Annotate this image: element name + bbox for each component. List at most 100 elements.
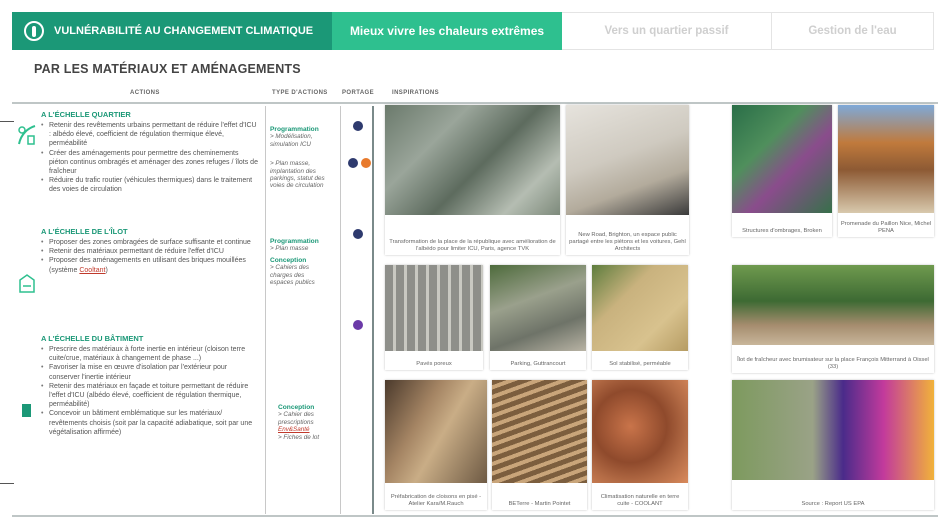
- type-line: > Fiches de lot: [278, 433, 320, 441]
- list-item: Favoriser la mise en œuvre d'isolation p…: [41, 363, 259, 381]
- list-item: Créer des aménagements pour permettre de…: [41, 149, 259, 177]
- tab-chaleurs-extremes[interactable]: Mieux vivre les chaleurs extrêmes: [332, 12, 562, 50]
- type-actions-quartier: Programmation > Modélisation, simulation…: [270, 126, 338, 190]
- inspiration-card[interactable]: New Road, Brighton, un espace public par…: [566, 105, 689, 255]
- portage-dot-purple: [353, 320, 363, 330]
- type-line: > Cahier des: [278, 411, 314, 419]
- type-line: > Modélisation,: [270, 133, 313, 141]
- list-item: Retenir des matériaux permettant de rédu…: [41, 247, 259, 256]
- type-line: simulation ICU: [270, 140, 311, 148]
- section-heading-ilot: A l'échelle de l'îlot: [41, 227, 128, 236]
- list-item: Retenir des revêtements urbains permetta…: [41, 121, 259, 149]
- type-heading: Conception: [278, 404, 315, 411]
- inspiration-card[interactable]: Promenade du Paillon Nice, Michel PENA: [838, 105, 934, 237]
- header-divider: [12, 102, 938, 104]
- tab-label: Gestion de l'eau: [808, 25, 897, 37]
- list-item: Réduire du trafic routier (véhicules the…: [41, 176, 259, 194]
- type-heading: Conception: [270, 256, 307, 264]
- neighborhood-icon: [18, 125, 36, 145]
- portage-dot-navy: [353, 229, 363, 239]
- inspiration-caption: Transformation de la place de la républi…: [389, 239, 556, 252]
- inspiration-caption: Source : Report US EPA: [801, 501, 865, 507]
- list-item-text: ): [105, 266, 108, 274]
- left-tick-top: [0, 121, 14, 122]
- inspiration-photo: [732, 265, 934, 345]
- building-icon: [22, 404, 31, 417]
- section-heading-batiment: A l'échelle du bâtiment: [41, 334, 144, 343]
- tab-vulnerabilite[interactable]: Vulnérabilité au changement climatique: [12, 12, 332, 50]
- tab-label: Vers un quartier passif: [604, 25, 729, 37]
- block-icon: [19, 274, 35, 293]
- inspiration-photo: [732, 380, 934, 480]
- actions-list-quartier: Retenir des revêtements urbains permetta…: [41, 121, 259, 195]
- column-divider-actions: [265, 106, 266, 514]
- inspiration-photo: [838, 105, 934, 213]
- inspiration-card[interactable]: Structures d'ombrages, Broken: [732, 105, 832, 237]
- tab-label: Mieux vivre les chaleurs extrêmes: [349, 24, 545, 38]
- column-divider-type: [340, 106, 341, 514]
- inspiration-caption: Pavés poreux: [416, 361, 452, 367]
- inspiration-card[interactable]: Îlot de fraîcheur avec brumisateur sur l…: [732, 265, 934, 373]
- cooltant-link[interactable]: Cooltant: [79, 267, 105, 274]
- inspiration-photo: [592, 380, 688, 483]
- theme-tabs: Vulnérabilité au changement climatique M…: [12, 12, 934, 50]
- thermometer-icon: [24, 21, 44, 41]
- inspiration-photo: [566, 105, 689, 215]
- inspiration-photo: [385, 380, 487, 483]
- list-item: Prescrire des matériaux à forte inertie …: [41, 345, 259, 363]
- type-line: parkings, statut des: [270, 175, 325, 183]
- tab-gestion-eau[interactable]: Gestion de l'eau: [772, 12, 934, 50]
- inspiration-card[interactable]: Source : Report US EPA: [732, 380, 934, 510]
- page-title: PAR LES MATÉRIAUX ET AMÉNAGEMENTS: [34, 62, 301, 76]
- type-line: > Cahiers des: [270, 264, 310, 272]
- inspiration-card[interactable]: Préfabrication de cloisons en pisé - Ate…: [385, 380, 487, 510]
- inspiration-card[interactable]: Parking, Guttrancourt: [490, 265, 586, 370]
- inspiration-card[interactable]: Sol stabilisé, perméable: [592, 265, 688, 370]
- column-divider-portage: [372, 106, 374, 514]
- column-header-actions: ACTIONS: [130, 90, 160, 96]
- type-line: implantation des: [270, 167, 316, 175]
- portage-dot-orange: [361, 158, 371, 168]
- type-line: > Plan masse,: [270, 160, 311, 168]
- type-line: prescriptions: [278, 418, 314, 426]
- inspiration-photo: [592, 265, 688, 351]
- type-line: espaces publics: [270, 279, 315, 287]
- inspiration-caption: Climatisation naturelle en terre cuite -…: [600, 494, 680, 507]
- inspiration-caption: Parking, Guttrancourt: [510, 361, 566, 367]
- type-heading: Programmation: [270, 126, 319, 133]
- portage-dot-navy: [348, 158, 358, 168]
- inspiration-caption: Structures d'ombrages, Broken: [742, 228, 822, 234]
- list-item: Proposer des aménagements en utilisant d…: [41, 256, 259, 274]
- footer-divider: [12, 515, 938, 517]
- list-item: Proposer des zones ombragées de surface …: [41, 238, 259, 247]
- inspiration-card[interactable]: Pavés poreux: [385, 265, 483, 370]
- inspiration-caption: BETerre - Martin Pointet: [508, 501, 571, 507]
- type-line: voies de circulation: [270, 182, 324, 190]
- inspiration-caption: Promenade du Paillon Nice, Michel PENA: [840, 221, 932, 234]
- env-sante-link[interactable]: Env&Santé: [278, 426, 310, 433]
- inspiration-card[interactable]: BETerre - Martin Pointet: [492, 380, 587, 510]
- type-line: > Plan masse: [270, 245, 309, 253]
- inspiration-caption: Préfabrication de cloisons en pisé - Ate…: [390, 494, 482, 507]
- portage-dot-navy: [353, 121, 363, 131]
- inspiration-caption: Îlot de fraîcheur avec brumisateur sur l…: [737, 357, 929, 370]
- list-item: Concevoir un bâtiment emblématique sur l…: [41, 409, 259, 437]
- column-header-type: TYPE D'ACTIONS: [272, 90, 328, 96]
- tab-label: Vulnérabilité au changement climatique: [54, 25, 314, 37]
- actions-list-batiment: Prescrire des matériaux à forte inertie …: [41, 345, 259, 437]
- type-heading: Programmation: [270, 238, 319, 245]
- left-tick-bottom: [0, 483, 14, 484]
- inspiration-caption: New Road, Brighton, un espace public par…: [569, 232, 686, 252]
- section-heading-quartier: A l'échelle quartier: [41, 110, 131, 119]
- inspiration-photo: [385, 105, 560, 215]
- inspiration-photo: [732, 105, 832, 213]
- inspiration-card[interactable]: Transformation de la place de la républi…: [385, 105, 560, 255]
- actions-list-ilot: Proposer des zones ombragées de surface …: [41, 238, 259, 275]
- tab-quartier-passif[interactable]: Vers un quartier passif: [562, 12, 772, 50]
- inspiration-photo: [385, 265, 483, 351]
- list-item: Retenir des matériaux en façade et toitu…: [41, 382, 259, 410]
- inspiration-card[interactable]: Climatisation naturelle en terre cuite -…: [592, 380, 688, 510]
- inspiration-caption: Sol stabilisé, perméable: [609, 361, 671, 367]
- column-header-inspirations: INSPIRATIONS: [392, 90, 440, 96]
- type-actions-batiment: Conception > Cahier des prescriptions En…: [278, 404, 340, 441]
